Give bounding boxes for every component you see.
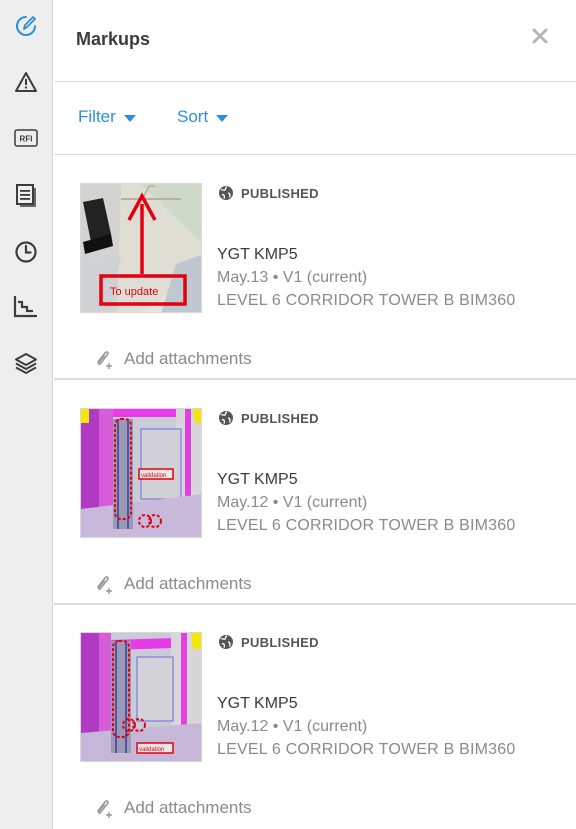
paperclip-add-icon [97, 351, 112, 369]
add-attachments-button[interactable]: Add attachments [92, 348, 252, 370]
history-tool-button[interactable] [0, 232, 52, 272]
layers-tool-button[interactable] [0, 343, 52, 383]
markup-sheet-name: LEVEL 6 CORRIDOR TOWER B BIM360 [217, 292, 516, 309]
markup-name: YGT KMP5 [217, 246, 298, 263]
sort-button[interactable]: Sort [177, 107, 229, 127]
markup-card[interactable]: validation PUBLISHED YGT KMP5 May.12 • V… [54, 604, 576, 829]
layers-icon [15, 353, 37, 374]
rfi-tool-button[interactable]: RFI [0, 118, 52, 158]
markup-thumbnail[interactable]: validation [80, 408, 202, 538]
sort-label: Sort [177, 107, 209, 126]
chevron-down-icon [216, 114, 229, 122]
markup-date-version: May.12 • V1 (current) [217, 718, 368, 735]
rfi-icon: RFI [14, 129, 38, 147]
status-label: PUBLISHED [241, 634, 319, 650]
markup-card[interactable]: To update PUBLISHED YGT KMP5 May.13 • V1… [54, 155, 576, 380]
markup-card[interactable]: validation PUBLISHED YGT KMP5 May.12 • V… [54, 380, 576, 605]
rfi-icon-label: RFI [20, 135, 33, 144]
issues-tool-button[interactable] [0, 62, 52, 102]
status-badge: PUBLISHED [218, 634, 319, 650]
filter-label: Filter [78, 107, 116, 126]
globe-icon [219, 411, 233, 425]
markup-thumbnail-image: To update [81, 184, 201, 312]
panel-title: Markups [76, 29, 151, 49]
markup-name: YGT KMP5 [217, 695, 298, 712]
add-attachments-button[interactable]: Add attachments [92, 573, 252, 595]
markup-name: YGT KMP5 [217, 471, 298, 488]
markups-panel: Markups Filter Sort To update PUBLISHED … [54, 0, 576, 829]
filter-sort-toolbar: Filter Sort [54, 82, 576, 155]
add-attachments-label: Add attachments [124, 349, 252, 368]
thumbnail-markup-text: validation [141, 473, 166, 479]
globe-icon [219, 186, 233, 200]
markup-date-version: May.12 • V1 (current) [217, 494, 368, 511]
close-icon [532, 28, 548, 44]
thumbnail-markup-text: validation [139, 747, 164, 753]
add-attachments-label: Add attachments [124, 798, 252, 817]
paperclip-add-icon [97, 576, 112, 594]
add-attachments-button[interactable]: Add attachments [92, 797, 252, 819]
markup-pen-icon [16, 16, 36, 36]
markup-thumbnail[interactable]: validation [80, 632, 202, 762]
clock-icon [15, 241, 37, 263]
paperclip-add-icon [97, 800, 112, 818]
thumbnail-markup-text: To update [110, 286, 158, 298]
markup-thumbnail-image: validation [81, 633, 201, 761]
filter-button[interactable]: Filter [78, 107, 136, 127]
panel-header: Markups [54, 0, 576, 82]
markup-sheet-name: LEVEL 6 CORRIDOR TOWER B BIM360 [217, 741, 516, 758]
status-label: PUBLISHED [241, 410, 319, 426]
globe-icon [219, 635, 233, 649]
level-chart-icon [13, 296, 37, 318]
sheets-tool-button[interactable] [0, 175, 52, 215]
markup-sheet-name: LEVEL 6 CORRIDOR TOWER B BIM360 [217, 517, 516, 534]
levels-tool-button[interactable] [0, 286, 52, 326]
tool-rail: RFI [0, 0, 53, 829]
sheets-list-icon [16, 184, 36, 207]
status-badge: PUBLISHED [218, 410, 319, 426]
status-badge: PUBLISHED [218, 185, 319, 201]
markup-thumbnail-image: validation [81, 409, 201, 537]
add-attachments-label: Add attachments [124, 574, 252, 593]
close-button[interactable] [530, 26, 550, 46]
markup-date-version: May.13 • V1 (current) [217, 269, 368, 286]
markup-thumbnail[interactable]: To update [80, 183, 202, 313]
status-label: PUBLISHED [241, 185, 319, 201]
warning-triangle-icon [15, 72, 37, 92]
chevron-down-icon [123, 114, 136, 122]
markups-tool-button[interactable] [0, 6, 52, 46]
